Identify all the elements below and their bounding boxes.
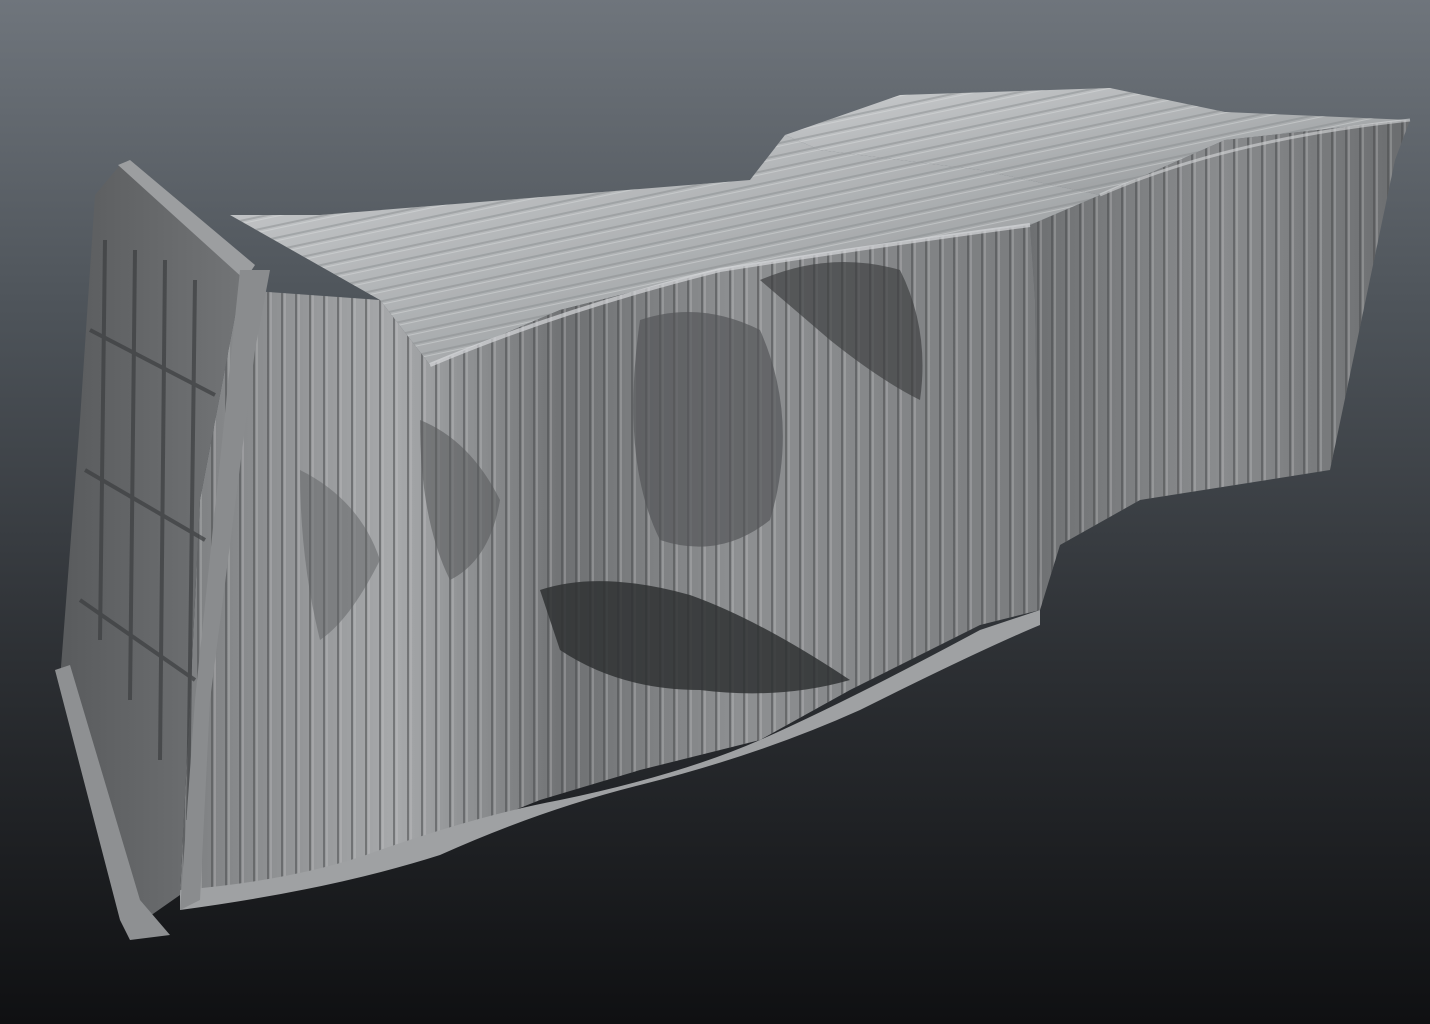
render-viewport [0,0,1430,1024]
dent-upper [633,312,783,547]
container-model [55,88,1411,940]
